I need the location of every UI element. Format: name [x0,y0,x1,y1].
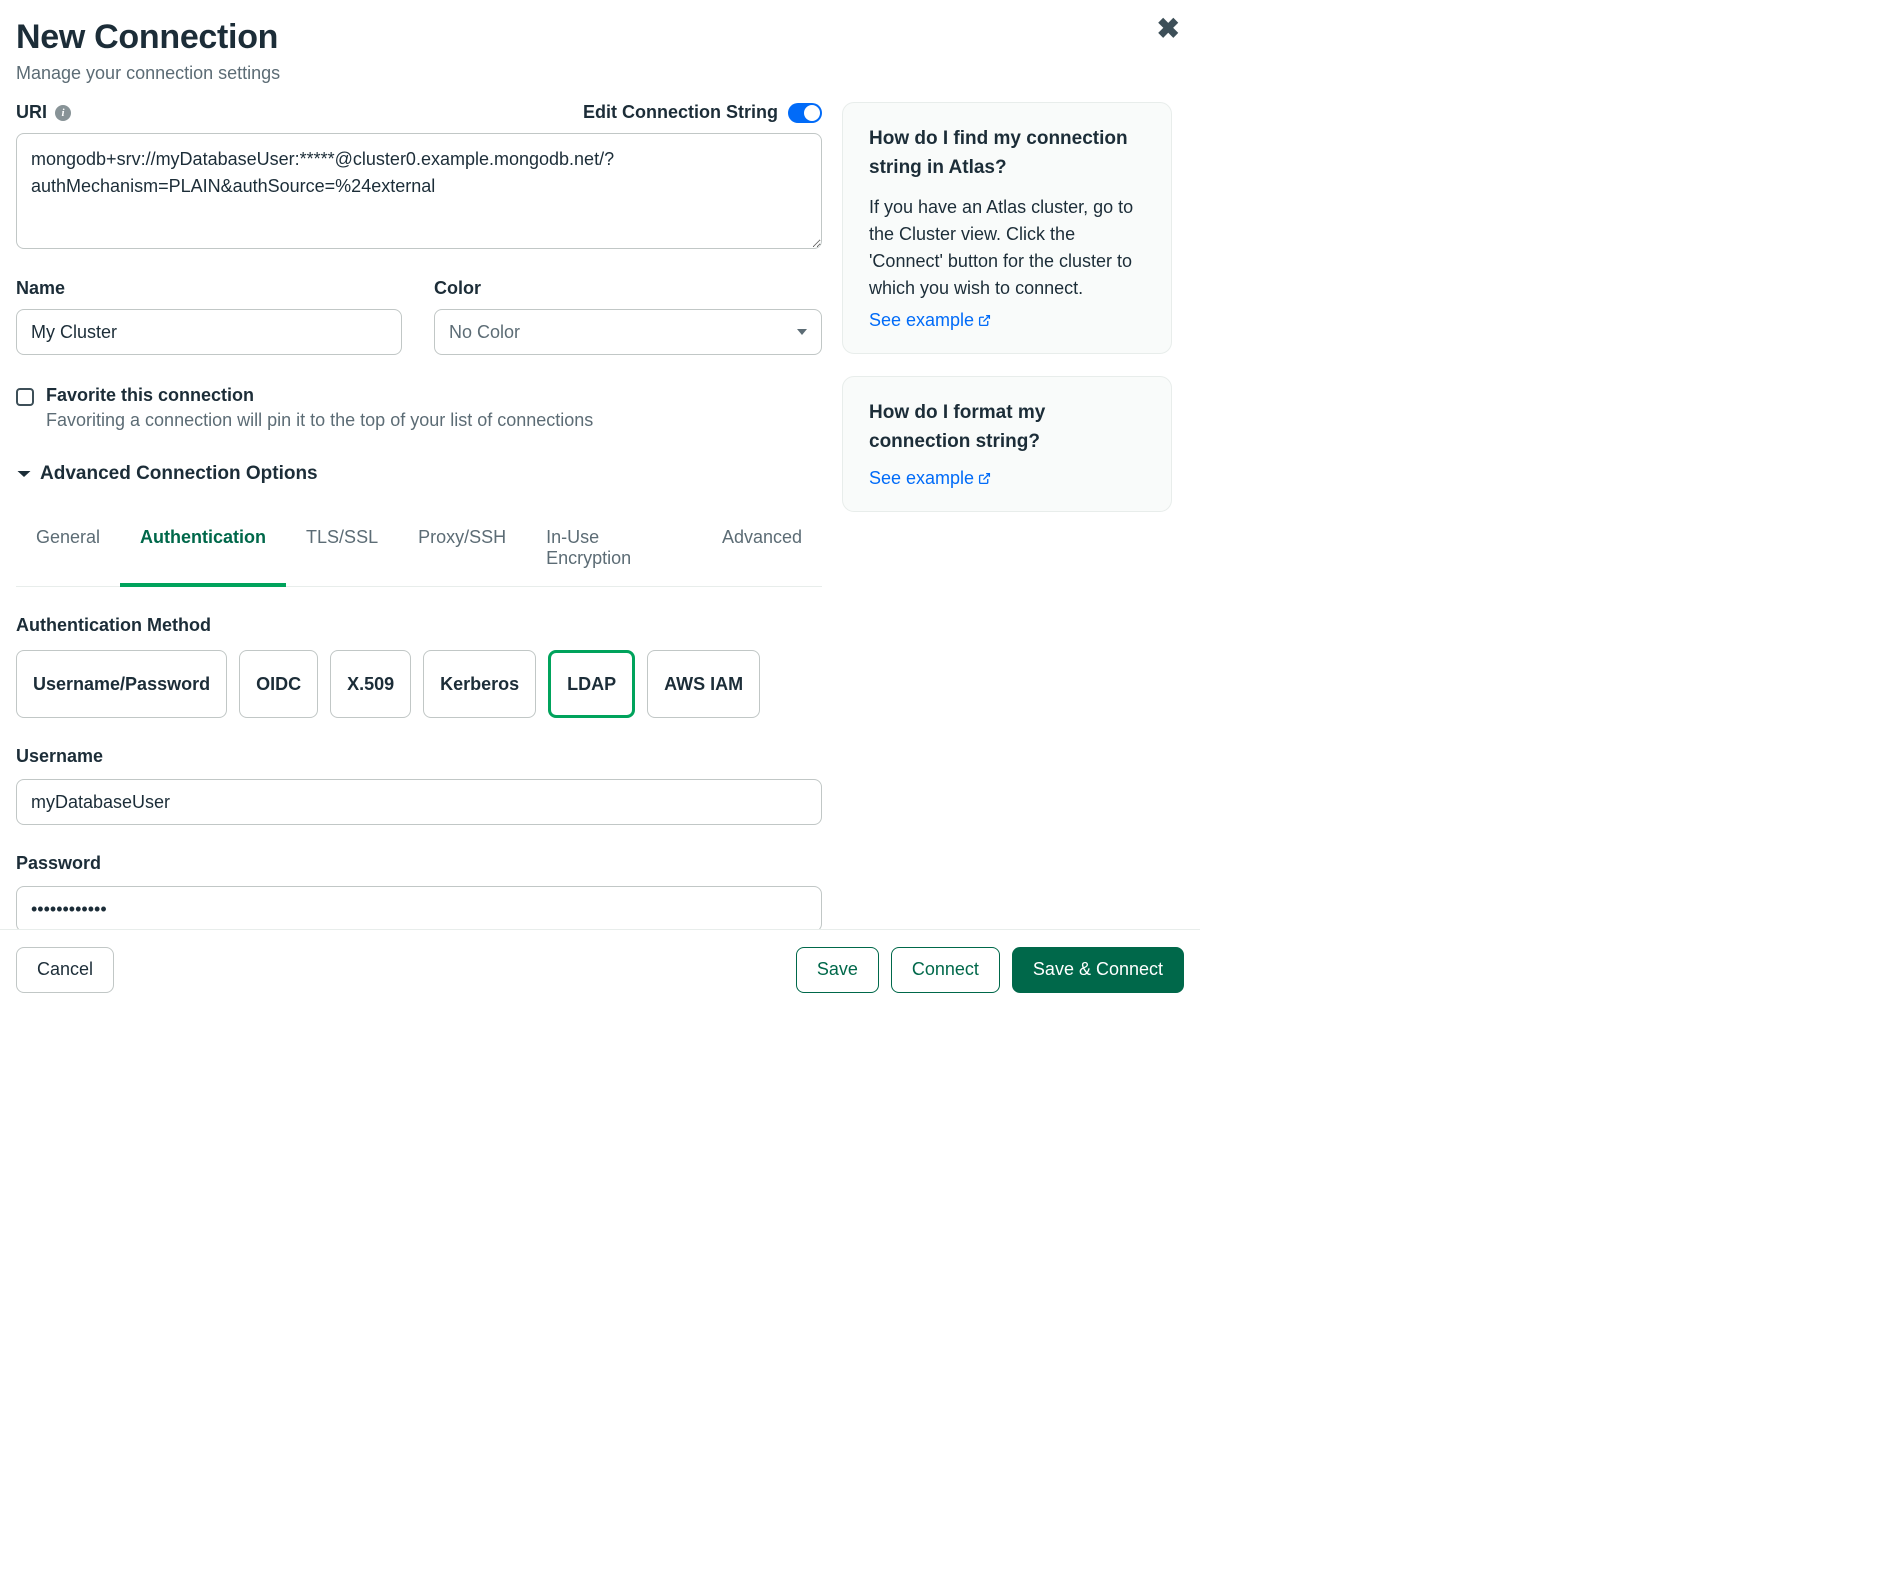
password-input[interactable] [16,886,822,932]
edit-connection-string-toggle[interactable] [788,103,822,123]
tab-tls-ssl[interactable]: TLS/SSL [286,513,398,587]
password-label: Password [16,853,822,874]
page-title: New Connection [16,18,1184,57]
page-subtitle: Manage your connection settings [16,63,1184,84]
tab-advanced[interactable]: Advanced [702,513,822,587]
username-label: Username [16,746,822,767]
favorite-desc: Favoriting a connection will pin it to t… [46,410,593,431]
auth-method-ldap[interactable]: LDAP [548,650,635,718]
tab-in-use-encryption[interactable]: In-Use Encryption [526,513,702,587]
save-connect-button[interactable]: Save & Connect [1012,947,1184,993]
info-icon[interactable]: i [55,105,71,121]
see-example-link-atlas[interactable]: See example [869,310,991,331]
tab-proxy-ssh[interactable]: Proxy/SSH [398,513,526,587]
close-icon[interactable]: ✖ [1157,12,1180,45]
color-label: Color [434,278,822,299]
name-input[interactable] [16,309,402,355]
save-button[interactable]: Save [796,947,879,993]
favorite-title: Favorite this connection [46,385,593,406]
help-card-format: How do I format my connection string? Se… [842,376,1172,512]
auth-method-label: Authentication Method [16,615,822,636]
advanced-options-label: Advanced Connection Options [40,463,318,485]
tab-general[interactable]: General [16,513,120,587]
uri-label: URI [16,102,47,123]
see-example-label: See example [869,310,974,331]
auth-method-username-password[interactable]: Username/Password [16,650,227,718]
help-card-atlas-title: How do I find my connection string in At… [869,125,1145,182]
help-card-atlas-body: If you have an Atlas cluster, go to the … [869,194,1145,302]
auth-method-kerberos[interactable]: Kerberos [423,650,536,718]
color-select-value: No Color [449,322,520,343]
tab-authentication[interactable]: Authentication [120,513,286,587]
auth-method-oidc[interactable]: OIDC [239,650,318,718]
external-link-icon [978,472,991,485]
see-example-link-format[interactable]: See example [869,468,991,489]
chevron-down-icon [16,466,32,482]
cancel-button[interactable]: Cancel [16,947,114,993]
help-card-atlas: How do I find my connection string in At… [842,102,1172,354]
help-card-format-title: How do I format my connection string? [869,399,1145,456]
see-example-label: See example [869,468,974,489]
name-label: Name [16,278,402,299]
uri-input[interactable] [16,133,822,249]
connect-button[interactable]: Connect [891,947,1000,993]
caret-down-icon [797,329,807,335]
color-select[interactable]: No Color [434,309,822,355]
advanced-options-toggle[interactable]: Advanced Connection Options [16,463,822,485]
auth-method-x509[interactable]: X.509 [330,650,411,718]
external-link-icon [978,314,991,327]
favorite-checkbox[interactable] [16,388,34,406]
edit-connection-string-label: Edit Connection String [583,102,778,123]
username-input[interactable] [16,779,822,825]
auth-method-aws-iam[interactable]: AWS IAM [647,650,760,718]
